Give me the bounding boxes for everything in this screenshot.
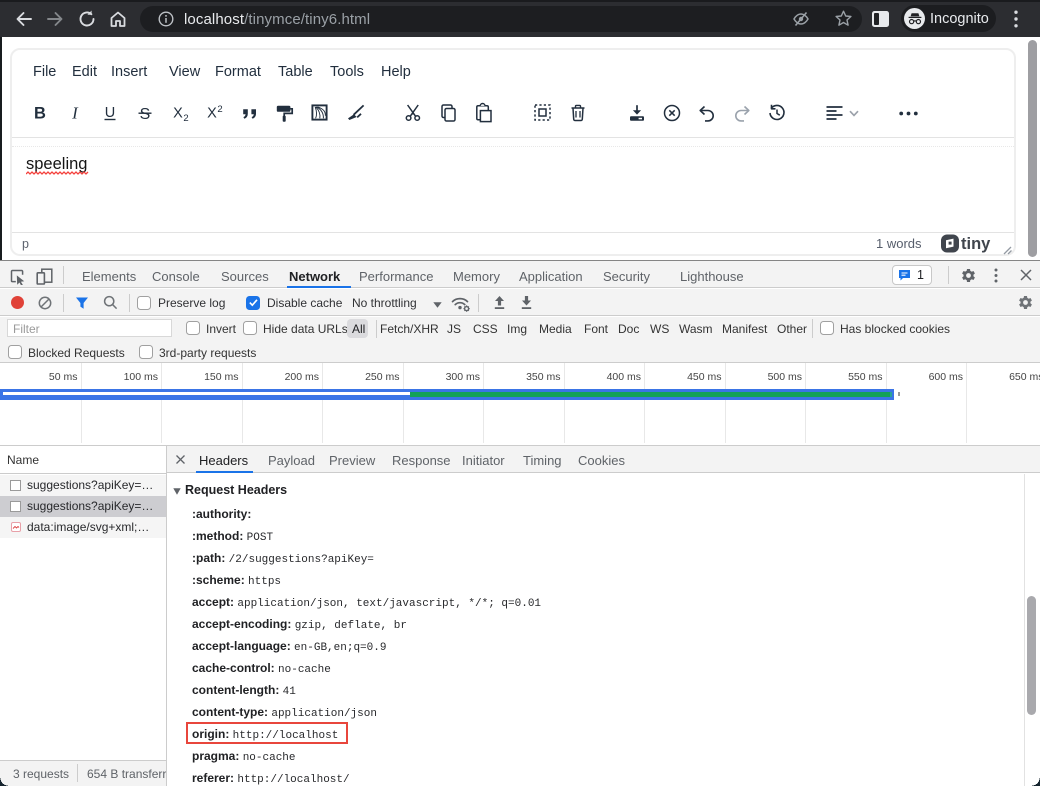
svg-text:U: U	[105, 105, 115, 121]
svg-text:2: 2	[183, 113, 188, 124]
svg-text:X: X	[173, 106, 183, 122]
svg-text:X: X	[207, 106, 217, 122]
svg-text:I: I	[71, 104, 79, 123]
svg-text:B: B	[34, 105, 46, 123]
svg-text:tiny: tiny	[961, 235, 991, 253]
svg-text:S: S	[140, 106, 151, 123]
svg-text:2: 2	[217, 104, 222, 115]
